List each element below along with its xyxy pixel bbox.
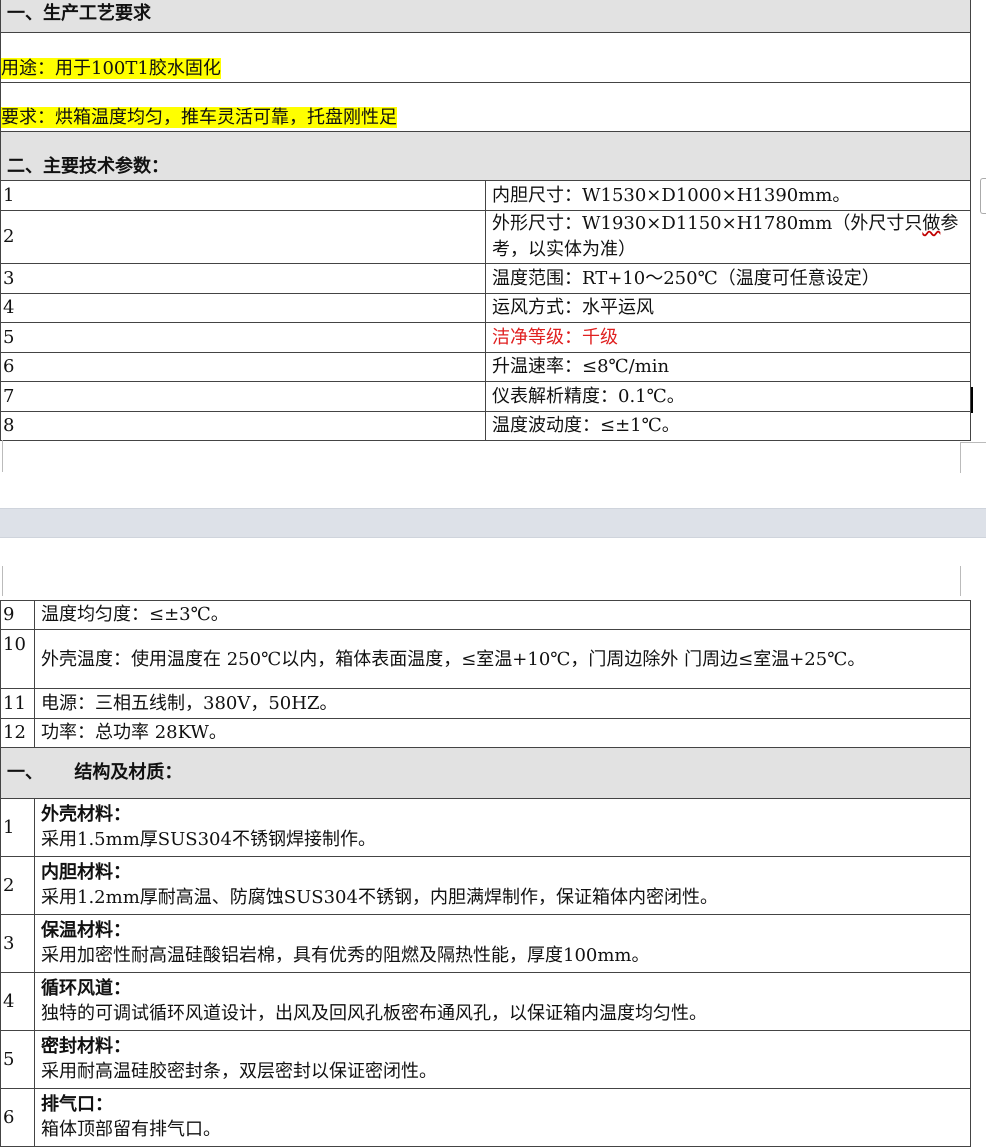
- param-no: 10: [0, 629, 35, 689]
- section1-title: 一、生产工艺要求: [0, 0, 971, 33]
- param-no: 5: [0, 322, 486, 353]
- param-text[interactable]: 电源：三相五线制，380V，50HZ。: [34, 688, 971, 719]
- param-text[interactable]: 仪表解析精度：0.1℃。: [485, 381, 971, 412]
- param-text[interactable]: 内胆尺寸：W1530×D1000×H1390mm。: [485, 180, 971, 211]
- param-no: 1: [0, 180, 486, 211]
- param-text[interactable]: 功率：总功率 28KW。: [34, 718, 971, 748]
- param-text[interactable]: 外壳温度：使用温度在 250℃以内，箱体表面温度，≤室温+10℃，门周边除外 门…: [34, 629, 971, 689]
- material-no: 4: [0, 972, 35, 1031]
- section3-title: 一、 结构及材质：: [0, 747, 971, 799]
- page1-table: 一、生产工艺要求 用途：用于100T1胶水固化 要求：烘箱温度均匀，推车灵活可靠…: [0, 0, 971, 441]
- material-cell[interactable]: 内胆材料： 采用1.2mm厚耐高温、防腐蚀SUS304不锈钢，内胆满焊制作，保证箱…: [34, 856, 971, 915]
- material-no: 2: [0, 856, 35, 915]
- usage-row[interactable]: 用途：用于100T1胶水固化: [0, 32, 971, 83]
- material-desc: 采用1.5mm厚SUS304不锈钢焊接制作。: [41, 828, 376, 850]
- param-text[interactable]: 温度波动度：≤±1℃。: [485, 411, 971, 441]
- page-corner-mark: [960, 442, 986, 473]
- material-cell[interactable]: 保温材料： 采用加密性耐高温硅酸铝岩棉，具有优秀的阻燃及隔热性能，厚度100mm。: [34, 914, 971, 973]
- usage-text: 用途：用于100T1胶水固化: [1, 58, 221, 79]
- requirement-row[interactable]: 要求：烘箱温度均匀，推车灵活可靠，托盘刚性足: [0, 82, 971, 132]
- page-corner-mark: [0, 440, 3, 472]
- material-label: 内胆材料：: [41, 861, 131, 883]
- material-cell[interactable]: 外壳材料： 采用1.5mm厚SUS304不锈钢焊接制作。: [34, 798, 971, 857]
- param-no: 7: [0, 381, 486, 412]
- requirement-text: 要求：烘箱温度均匀，推车灵活可靠，托盘刚性足: [1, 107, 397, 128]
- material-no: 3: [0, 914, 35, 973]
- margin-marker[interactable]: [980, 178, 986, 214]
- param-text[interactable]: 运风方式：水平运风: [485, 293, 971, 323]
- param-text[interactable]: 温度均匀度：≤±3℃。: [34, 600, 971, 630]
- param-no: 8: [0, 411, 486, 441]
- material-desc: 箱体顶部留有排气口。: [41, 1118, 221, 1140]
- material-label: 循环风道：: [41, 977, 131, 999]
- material-label: 排气口：: [41, 1093, 113, 1115]
- material-label: 外壳材料：: [41, 803, 131, 825]
- material-cell[interactable]: 密封材料： 采用耐高温硅胶密封条，双层密封以保证密闭性。: [34, 1030, 971, 1089]
- spellcheck-word[interactable]: 做: [922, 213, 940, 234]
- param-no: 6: [0, 352, 486, 382]
- material-label: 保温材料：: [41, 919, 131, 941]
- page-separator: [0, 508, 986, 538]
- text-cursor: [971, 387, 973, 413]
- material-cell[interactable]: 排气口： 箱体顶部留有排气口。: [34, 1088, 971, 1147]
- material-desc: 采用耐高温硅胶密封条，双层密封以保证密闭性。: [41, 1060, 437, 1082]
- material-cell[interactable]: 循环风道： 独特的可调试循环风道设计，出风及回风孔板密布通风孔，以保证箱内温度均匀…: [34, 972, 971, 1031]
- material-no: 6: [0, 1088, 35, 1147]
- param-no: 12: [0, 718, 35, 748]
- page-corner-mark: [960, 566, 986, 596]
- param-text[interactable]: 升温速率：≤8℃/min: [485, 352, 971, 382]
- section2-title: 二、主要技术参数：: [0, 131, 971, 181]
- param-text-a: 外形尺寸：W1930×D1150×H1780mm（外尺寸只: [492, 213, 923, 234]
- material-no: 1: [0, 798, 35, 857]
- param-no: 2: [0, 210, 486, 264]
- param-text[interactable]: 温度范围：RT+10～250℃（温度可任意设定）: [485, 263, 971, 294]
- param-no: 9: [0, 600, 35, 630]
- page-corner-mark: [0, 566, 3, 596]
- material-desc: 采用加密性耐高温硅酸铝岩棉，具有优秀的阻燃及隔热性能，厚度100mm。: [41, 944, 650, 966]
- param-text[interactable]: 外形尺寸：W1930×D1150×H1780mm（外尺寸只做参考，以实体为准）: [485, 210, 971, 264]
- param-no: 4: [0, 293, 486, 323]
- param-text-red[interactable]: 洁净等级：千级: [485, 322, 971, 353]
- material-desc: 采用1.2mm厚耐高温、防腐蚀SUS304不锈钢，内胆满焊制作，保证箱体内密闭性…: [41, 886, 718, 908]
- material-desc: 独特的可调试循环风道设计，出风及回风孔板密布通风孔，以保证箱内温度均匀性。: [41, 1002, 707, 1024]
- param-no: 3: [0, 263, 486, 294]
- material-label: 密封材料：: [41, 1035, 131, 1057]
- page2-table: 9 温度均匀度：≤±3℃。 10 外壳温度：使用温度在 250℃以内，箱体表面温度，…: [0, 600, 971, 1147]
- material-no: 5: [0, 1030, 35, 1089]
- param-no: 11: [0, 688, 35, 719]
